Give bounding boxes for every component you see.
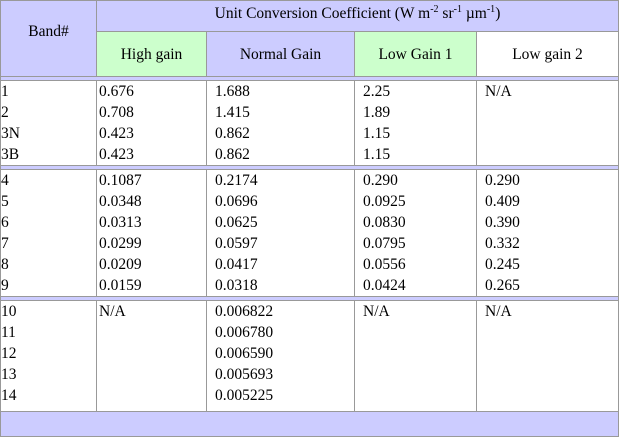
cell-value: 0.005693 (215, 366, 274, 383)
cell-value: N/A (99, 303, 126, 320)
cell-value: 0.708 (99, 104, 134, 121)
cell-value: 0.0299 (99, 235, 142, 252)
cell-value: 0.0318 (215, 277, 258, 294)
cell-value: 0.0625 (215, 214, 258, 231)
cell-value: 0.245 (485, 256, 520, 273)
cell-value: 14 (1, 387, 17, 404)
col-high-gain: High gain (96, 31, 207, 77)
cell-value: 0.0159 (99, 277, 142, 294)
header-row-1: Band# Unit Conversion Coefficient (W m-2… (0, 0, 620, 77)
cell-value: 0.0313 (99, 214, 142, 231)
cell-value: 0.0830 (363, 214, 406, 231)
cell-value: 0.006780 (215, 324, 274, 341)
cell-value: 0.423 (99, 146, 134, 163)
cell-value: 1.15 (363, 146, 391, 163)
band-header: Band# (0, 0, 97, 77)
normal-cell-3: 0.006822 0.006780 0.006590 0.005693 0.005225 (206, 300, 355, 412)
unit-header-title: Unit Conversion Coefficient (W m-2 sr-1 … (214, 3, 501, 22)
high-cell-1: 0.676 0.708 0.423 0.423 (96, 80, 207, 166)
cell-value: 3N (1, 125, 20, 142)
cell-value: 1.415 (215, 104, 250, 121)
cell-value: 0.676 (99, 83, 134, 100)
cell-value: 0.862 (215, 146, 250, 163)
cell-value: 0.0696 (215, 193, 258, 210)
cell-value: 1.688 (215, 83, 250, 100)
high-cell-2: 0.1087 0.0348 0.0313 0.0299 0.0209 0.0159 (96, 169, 207, 297)
cell-value: 1 (1, 83, 9, 100)
cell-value: 0.0597 (215, 235, 258, 252)
cell-value: 0.1087 (99, 172, 142, 189)
high-cell-3: N/A (96, 300, 207, 412)
cell-value: 0.409 (485, 193, 520, 210)
cell-value: 0.005225 (215, 387, 274, 404)
cell-value: 11 (1, 324, 16, 341)
cell-value: 0.2174 (215, 172, 258, 189)
cell-value: 2 (1, 104, 9, 121)
cell-value: 1.15 (363, 125, 391, 142)
unit-conversion-table: Band# Unit Conversion Coefficient (W m-2… (0, 0, 620, 437)
low1-cell-3: N/A (354, 300, 477, 412)
cell-value: 0.0795 (363, 235, 406, 252)
low1-cell-1: 2.25 1.89 1.15 1.15 (354, 80, 477, 166)
cell-value: 13 (1, 366, 17, 383)
band-header-label: Band# (28, 23, 69, 40)
col-low-gain-1: Low Gain 1 (354, 31, 477, 77)
cell-value: 0.006822 (215, 303, 274, 320)
cell-value: 9 (1, 277, 9, 294)
cell-value: 3B (1, 146, 20, 163)
cell-value: 0.290 (485, 172, 520, 189)
cell-value: 8 (1, 256, 9, 273)
cell-value: 0.0209 (99, 256, 142, 273)
cell-value: N/A (485, 83, 512, 100)
low2-cell-1: N/A (475, 80, 620, 166)
cell-value: 0.006590 (215, 345, 274, 362)
unit-header: Unit Conversion Coefficient (W m-2 sr-1 … (95, 0, 620, 32)
low1-cell-2: 0.290 0.0925 0.0830 0.0795 0.0556 0.0424 (354, 169, 477, 297)
cell-value: 0.0925 (363, 193, 406, 210)
footer-row (0, 411, 620, 437)
cell-value: 12 (1, 345, 17, 362)
cell-value: 0.290 (363, 172, 398, 189)
group-row-2: 4 5 6 7 8 9 0.1087 0.0348 0.0313 0.0299 0.0209 0.0… (0, 169, 620, 297)
cell-value: 0.390 (485, 214, 520, 231)
col-normal-gain: Normal Gain (206, 31, 355, 77)
cell-value: 0.265 (485, 277, 520, 294)
group-row-1: 1 2 3N 3B 0.676 0.708 0.423 0.423 1.688 1.415 0.… (0, 80, 620, 166)
col-low-gain-2: Low gain 2 (475, 31, 620, 77)
cell-value: 7 (1, 235, 9, 252)
low2-cell-2: 0.290 0.409 0.390 0.332 0.245 0.265 (475, 169, 620, 297)
cell-value: 4 (1, 172, 9, 189)
cell-value: 0.332 (485, 235, 520, 252)
low2-cell-3: N/A (475, 300, 620, 412)
normal-cell-2: 0.2174 0.0696 0.0625 0.0597 0.0417 0.0318 (206, 169, 355, 297)
cell-value: N/A (485, 303, 512, 320)
normal-cell-1: 1.688 1.415 0.862 0.862 (206, 80, 355, 166)
cell-value: 0.0417 (215, 256, 258, 273)
group-row-3: 10 11 12 13 14 N/A 0.006822 0.006780 0.006590 0… (0, 300, 620, 412)
cell-value: 0.0424 (363, 277, 406, 294)
bands-cell-3: 10 11 12 13 14 (0, 300, 97, 412)
cell-value: 6 (1, 214, 9, 231)
cell-value: 10 (1, 303, 17, 320)
cell-value: 5 (1, 193, 9, 210)
cell-value: N/A (363, 303, 390, 320)
cell-value: 0.0556 (363, 256, 406, 273)
cell-value: 0.0348 (99, 193, 142, 210)
bands-cell-1: 1 2 3N 3B (0, 80, 97, 166)
cell-value: 2.25 (363, 83, 391, 100)
cell-value: 0.862 (215, 125, 250, 142)
bands-cell-2: 4 5 6 7 8 9 (0, 169, 97, 297)
cell-value: 1.89 (363, 104, 391, 121)
cell-value: 0.423 (99, 125, 134, 142)
